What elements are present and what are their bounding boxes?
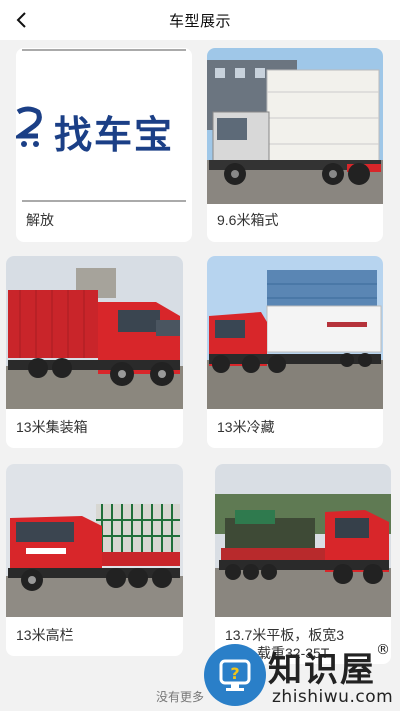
vehicle-card-13m-refrigerated[interactable]: 13米冷藏 bbox=[207, 256, 383, 448]
watermark-logo-icon: ? bbox=[204, 644, 266, 706]
vehicle-label: 9.6米箱式 bbox=[217, 212, 279, 228]
vehicle-label: 解放 bbox=[26, 212, 54, 228]
vehicle-image bbox=[6, 256, 183, 409]
watermark: ? 知识屋® zhishiwu.com bbox=[200, 640, 400, 711]
watermark-subtitle: zhishiwu.com bbox=[272, 687, 394, 707]
vehicle-image bbox=[207, 48, 383, 204]
chevron-left-icon bbox=[16, 12, 26, 28]
watermark-title-text: 知识屋 bbox=[268, 650, 376, 690]
vehicle-image bbox=[207, 256, 383, 409]
vehicle-label: 13米高栏 bbox=[16, 627, 74, 643]
vehicle-card-jiefang[interactable]: 找车宝 解放 bbox=[16, 48, 192, 242]
back-button[interactable] bbox=[10, 8, 34, 32]
svg-text:?: ? bbox=[230, 664, 239, 683]
vehicle-card-9-6m-box[interactable]: 9.6米箱式 bbox=[207, 48, 383, 242]
vehicle-card-13m-container[interactable]: 13米集装箱 bbox=[6, 256, 183, 448]
page-title: 车型展示 bbox=[168, 12, 231, 30]
vehicle-image bbox=[215, 464, 391, 617]
vehicle-card-13m-high-rail[interactable]: 13米高栏 bbox=[6, 464, 183, 656]
logo-text: 找车宝 bbox=[54, 113, 175, 157]
vehicle-label: 13米冷藏 bbox=[217, 419, 275, 435]
vehicle-image bbox=[6, 464, 183, 617]
watermark-title: 知识屋® bbox=[268, 642, 392, 691]
top-bar: 车型展示 bbox=[0, 0, 400, 40]
no-more-text: 没有更多 bbox=[156, 690, 205, 704]
watermark-reg: ® bbox=[376, 642, 392, 658]
vehicle-card-13-7m-flatbed[interactable]: 13.7米平板，板宽3 载重32-35T bbox=[215, 464, 391, 664]
vehicle-label: 13米集装箱 bbox=[16, 419, 88, 435]
